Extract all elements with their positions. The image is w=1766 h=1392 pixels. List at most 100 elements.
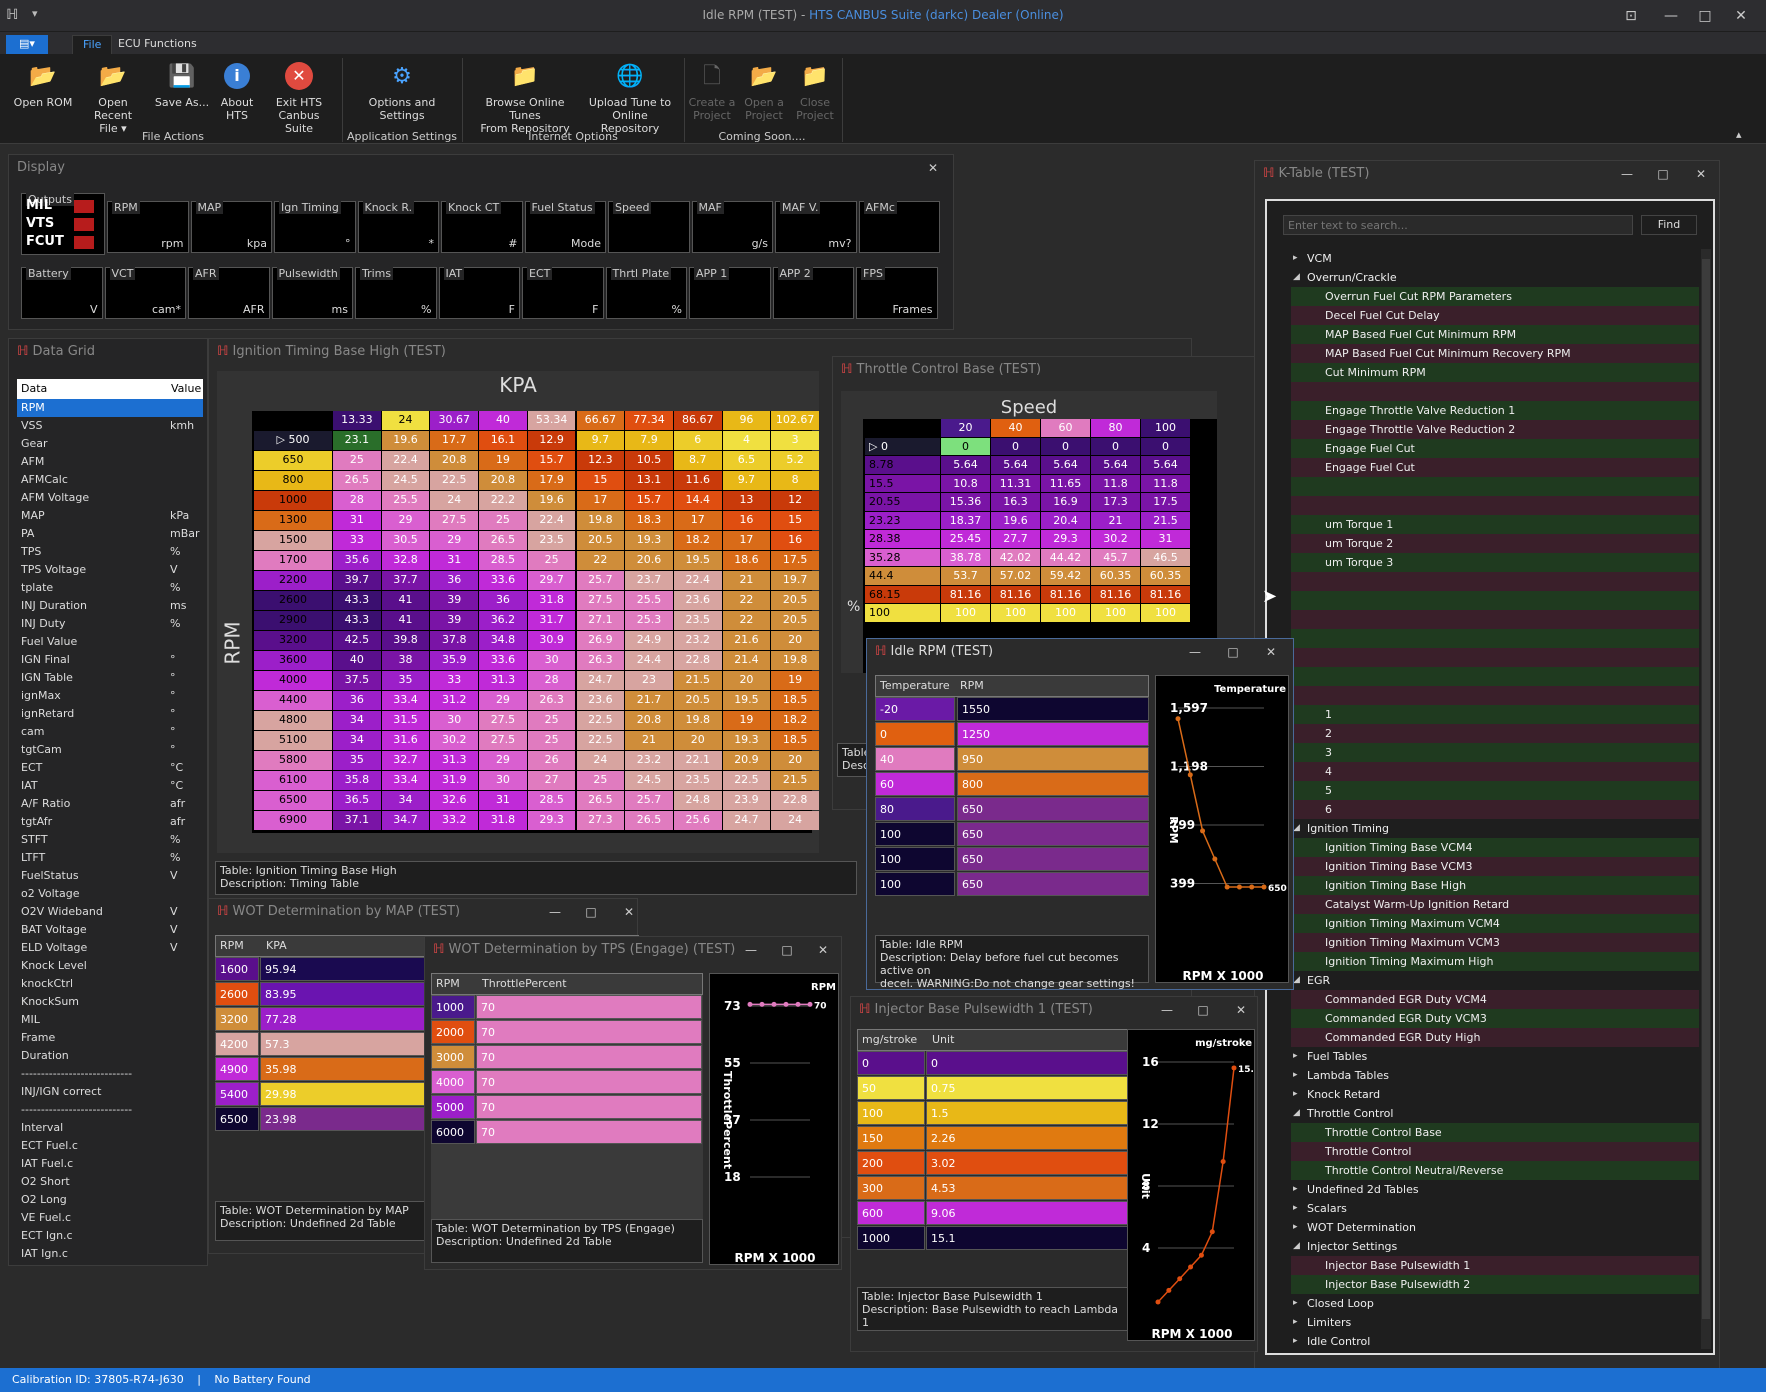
table-cell[interactable]: 31	[479, 791, 527, 810]
table-cell[interactable]: 23.2	[673, 631, 722, 650]
table-cell[interactable]: 29.3	[527, 811, 576, 830]
table-cell[interactable]: 19.6	[991, 511, 1040, 529]
table-cell[interactable]: 23.9	[722, 791, 771, 810]
expand-collapse-icon[interactable]: ▸	[1293, 1332, 1298, 1349]
table-cell[interactable]: 60.35	[1091, 567, 1140, 585]
tree-item[interactable]	[1291, 629, 1699, 648]
tree-group[interactable]: ◢ Overrun/Crackle	[1291, 268, 1699, 287]
tree-group[interactable]: ▸ Limiters	[1291, 1313, 1699, 1332]
table-cell[interactable]: 17.5	[1141, 493, 1190, 511]
minimize-k-table-button[interactable]: —	[1617, 166, 1637, 182]
row-header-cell[interactable]: 8.78	[865, 456, 940, 474]
data-grid-row[interactable]: A/F Ratio afr	[17, 795, 203, 813]
row-header-cell[interactable]: 4400	[254, 691, 332, 710]
tree-item[interactable]	[1291, 591, 1699, 610]
table-cell[interactable]: 20	[771, 631, 819, 650]
table-cell[interactable]: 11.31	[991, 474, 1040, 492]
table-cell[interactable]: 26.5	[576, 791, 625, 810]
table-cell[interactable]: 59.42	[1041, 567, 1090, 585]
table-cell[interactable]: 29.7	[527, 571, 576, 590]
table-cell[interactable]: 6	[673, 431, 722, 450]
table-cell[interactable]: 31.2	[430, 691, 479, 710]
value-cell[interactable]: 70	[476, 995, 702, 1019]
data-grid-row[interactable]: o2 Voltage	[17, 885, 203, 903]
table-cell[interactable]: 36.2	[479, 611, 527, 630]
table-cell[interactable]: 25.45	[941, 530, 990, 548]
tree-group[interactable]: ◢ Ignition Timing	[1291, 819, 1699, 838]
table-cell[interactable]: 15.36	[941, 493, 990, 511]
table-cell[interactable]: 13	[722, 491, 771, 510]
table-cell[interactable]: 21.6	[722, 631, 771, 650]
key-cell[interactable]: 60	[875, 772, 955, 796]
table-cell[interactable]: 17	[576, 491, 625, 510]
table-cell[interactable]: 43.3	[333, 591, 381, 610]
tree-item[interactable]: 5	[1291, 781, 1699, 800]
table-cell[interactable]: 35	[381, 671, 430, 690]
data-grid-row[interactable]: TPS Voltage V	[17, 561, 203, 579]
tree-item[interactable]: Throttle Control Neutral/Reverse	[1291, 1161, 1699, 1180]
table-cell[interactable]: 31.3	[430, 751, 479, 770]
value-cell[interactable]: 9.06	[926, 1201, 1128, 1225]
data-grid-row[interactable]: Duration	[17, 1047, 203, 1065]
key-cell[interactable]: 4000	[431, 1070, 475, 1094]
table-cell[interactable]: 18.5	[771, 691, 819, 710]
close-wot-map-button[interactable]: ✕	[619, 904, 639, 920]
table-cell[interactable]: 8	[771, 471, 819, 490]
table-cell[interactable]: 36.5	[333, 791, 381, 810]
key-cell[interactable]: 4900	[215, 1057, 259, 1081]
table-cell[interactable]: 19.8	[673, 711, 722, 730]
table-cell[interactable]: 24	[576, 751, 625, 770]
table-cell[interactable]: 27.5	[576, 591, 625, 610]
table-cell[interactable]: 15.7	[625, 491, 673, 510]
tree-item[interactable]: Ignition Timing Base VCM4	[1291, 838, 1699, 857]
data-grid-row[interactable]: ECT Fuel.c	[17, 1137, 203, 1155]
table-cell[interactable]: 39	[430, 611, 479, 630]
data-grid-row[interactable]: AFMCalc	[17, 471, 203, 489]
table-cell[interactable]: 24.7	[576, 671, 625, 690]
table-cell[interactable]: 27.7	[991, 530, 1040, 548]
column-header-cell[interactable]: 40	[479, 411, 527, 430]
save-as-button[interactable]: 💾 Save As...	[154, 60, 210, 109]
table-cell[interactable]: 33.6	[479, 571, 527, 590]
tree-item[interactable]: 4	[1291, 762, 1699, 781]
table-cell[interactable]: 25.6	[673, 811, 722, 830]
table-cell[interactable]: 22.5	[722, 771, 771, 790]
value-cell[interactable]: 0	[926, 1051, 1128, 1075]
data-grid-row[interactable]: RPM	[17, 399, 203, 417]
table-cell[interactable]: 18.37	[941, 511, 990, 529]
table-cell[interactable]: 22.4	[673, 571, 722, 590]
column-header-2[interactable]: KPA	[266, 936, 287, 956]
table-cell[interactable]: 24.5	[625, 771, 673, 790]
data-grid-row[interactable]: O2 Short	[17, 1173, 203, 1191]
create-project-button[interactable]: 🗋 Create a Project	[688, 60, 736, 122]
table-cell[interactable]: 29	[479, 691, 527, 710]
row-header-cell[interactable]: 2900	[254, 611, 332, 630]
tree-group[interactable]: ▸ VCM	[1291, 249, 1699, 268]
tab-ecu-functions[interactable]: ECU Functions	[108, 35, 207, 54]
data-grid-row[interactable]: Frame	[17, 1029, 203, 1047]
column-header-cell[interactable]: 53.34	[527, 411, 576, 430]
table-cell[interactable]: 15.7	[527, 451, 576, 470]
table-cell[interactable]: 20.8	[479, 471, 527, 490]
table-cell[interactable]: 20.5	[771, 611, 819, 630]
tree-item[interactable]: Commanded EGR Duty VCM3	[1291, 1009, 1699, 1028]
tree-item[interactable]: Throttle Control Base	[1291, 1123, 1699, 1142]
table-cell[interactable]: 31.8	[479, 811, 527, 830]
row-header-cell[interactable]: 4000	[254, 671, 332, 690]
tree-group[interactable]: ◢ Injector Settings	[1291, 1237, 1699, 1256]
table-cell[interactable]: 8.7	[673, 451, 722, 470]
table-cell[interactable]: 19	[771, 671, 819, 690]
key-cell[interactable]: 1600	[215, 957, 259, 981]
table-cell[interactable]: 23.5	[673, 771, 722, 790]
data-grid-row[interactable]: ELD Voltage V	[17, 939, 203, 957]
tree-item[interactable]: Ignition Timing Maximum VCM3	[1291, 933, 1699, 952]
row-header-cell[interactable]: 1000	[254, 491, 332, 510]
table-cell[interactable]: 7.9	[625, 431, 673, 450]
table-cell[interactable]: 0	[1091, 437, 1140, 455]
row-header-cell[interactable]: 44.4	[865, 567, 940, 585]
find-button[interactable]: Find	[1641, 215, 1697, 235]
table-cell[interactable]: 21.7	[625, 691, 673, 710]
data-grid-row[interactable]: IAT Fuel.c	[17, 1155, 203, 1173]
table-cell[interactable]: 21.5	[771, 771, 819, 790]
data-grid-row[interactable]: AFM Voltage	[17, 489, 203, 507]
